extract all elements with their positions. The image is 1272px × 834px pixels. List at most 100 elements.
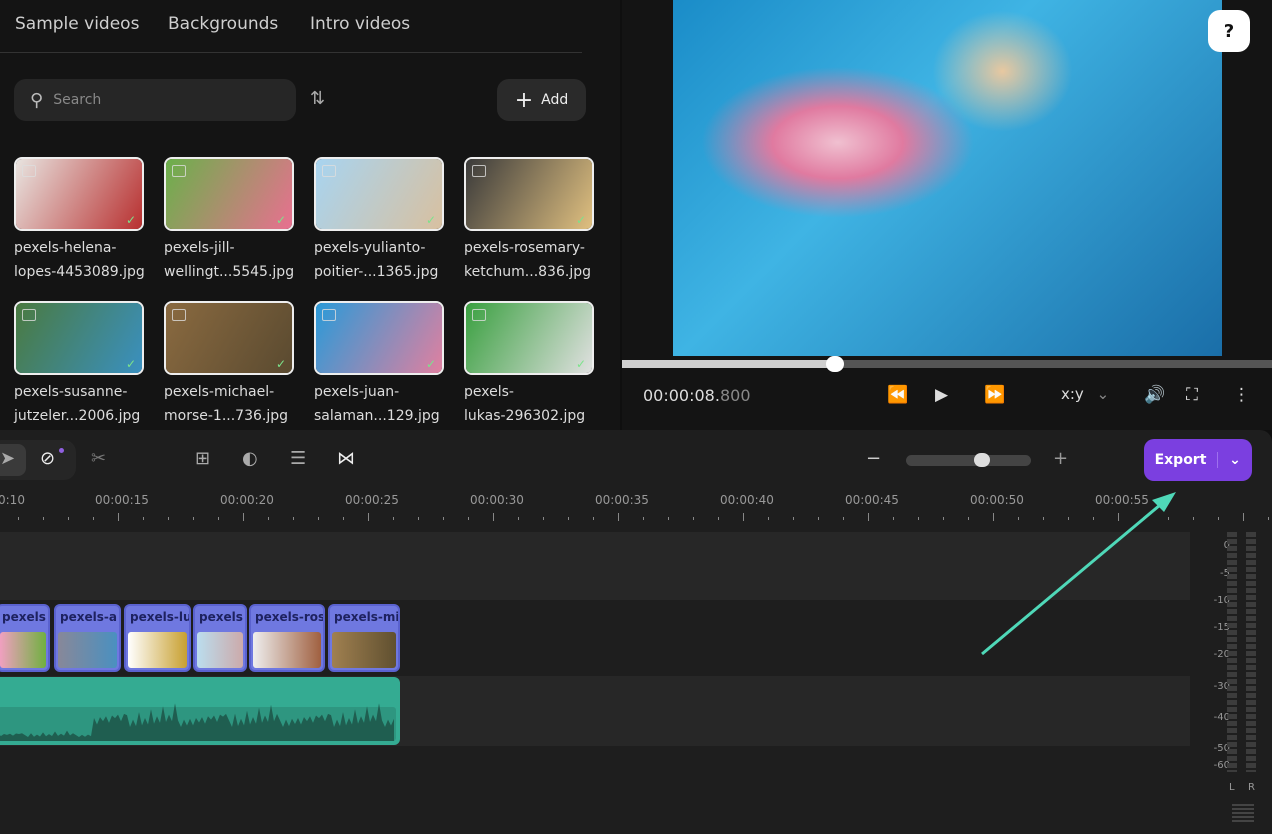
video-clip[interactable]: pexels-ros (249, 604, 325, 672)
magnet-icon[interactable]: ⊘ (40, 448, 55, 469)
more-options-icon[interactable]: ⋮ (1233, 385, 1250, 405)
ruler-tick (643, 517, 644, 520)
video-clip[interactable]: pexels (0, 604, 50, 672)
media-thumbnail[interactable]: ✓ (14, 157, 144, 231)
empty-track[interactable] (0, 532, 1190, 600)
clip-thumbnail (128, 632, 187, 668)
chevron-down-icon[interactable]: ⌄ (1218, 452, 1252, 468)
ruler-tick (1118, 513, 1119, 521)
search-input[interactable]: ⚲ Search (14, 79, 296, 121)
media-filename: pexels-lukas-296302.jpg (464, 384, 586, 424)
color-adjust-icon[interactable]: ◐ (242, 448, 258, 469)
seek-handle[interactable] (826, 356, 844, 372)
media-thumbnail[interactable]: ✓ (164, 157, 294, 231)
clip-label: pexels-a (60, 610, 117, 624)
zoom-slider[interactable] (906, 455, 1031, 466)
channel-label: L (1229, 782, 1235, 793)
ruler-label: 00:00:35 (595, 493, 649, 507)
volume-icon[interactable]: 🔊 (1144, 385, 1165, 405)
meter-bar (1246, 532, 1256, 772)
ruler-tick (68, 517, 69, 520)
tab-backgrounds[interactable]: Backgrounds (168, 14, 278, 34)
audio-meter: 0-5-10-15-20-30-40-50-60LR (1190, 520, 1272, 834)
ruler-tick (843, 517, 844, 520)
media-thumbnail[interactable]: ✓ (14, 301, 144, 375)
check-icon: ✓ (125, 357, 136, 371)
check-icon: ✓ (275, 357, 286, 371)
image-icon (22, 165, 36, 177)
media-filename: pexels-juan-salaman...129.jpg (314, 384, 440, 424)
ruler-tick (118, 513, 119, 521)
aspect-ratio-dropdown[interactable]: x:y ⌄ (1061, 385, 1109, 403)
video-clip[interactable]: pexels-lu (124, 604, 191, 672)
ruler-tick (318, 517, 319, 520)
media-thumbnail[interactable]: ✓ (314, 157, 444, 231)
plus-icon: + (514, 87, 534, 113)
search-icon: ⚲ (30, 89, 44, 111)
add-button[interactable]: + Add (497, 79, 586, 121)
ruler-tick (368, 513, 369, 521)
export-button[interactable]: Export ⌄ (1144, 439, 1252, 481)
media-thumbnail[interactable]: ✓ (314, 301, 444, 375)
ruler-tick (443, 517, 444, 520)
image-icon (322, 165, 336, 177)
ruler-tick (793, 517, 794, 520)
ruler-tick (218, 517, 219, 520)
media-filename: pexels-jill-wellingt...5545.jpg (164, 240, 295, 280)
video-preview (673, 0, 1222, 356)
tab-sample-videos[interactable]: Sample videos (15, 14, 139, 34)
ruler-tick (393, 517, 394, 520)
notification-dot (59, 448, 64, 453)
video-clip[interactable]: pexels-mi (328, 604, 400, 672)
tab-divider (0, 52, 582, 53)
media-thumbnail[interactable]: ✓ (164, 301, 294, 375)
ruler-label: 0:10 (0, 493, 25, 507)
clip-thumbnail (253, 632, 321, 668)
ruler-tick (93, 517, 94, 520)
ruler-tick (18, 517, 19, 520)
ruler-tick (868, 513, 869, 521)
clip-label: pexels (2, 610, 46, 624)
tab-intro-videos[interactable]: Intro videos (310, 14, 410, 34)
image-icon (172, 309, 186, 321)
zoom-in-icon[interactable]: + (1053, 448, 1068, 469)
image-icon (22, 309, 36, 321)
meter-settings-icon[interactable] (1232, 804, 1254, 824)
crop-icon[interactable]: ⊞ (195, 448, 210, 469)
audio-waveform (0, 703, 396, 741)
media-thumbnail[interactable]: ✓ (464, 301, 594, 375)
ruler-tick (518, 517, 519, 520)
ruler-tick (418, 517, 419, 520)
transition-icon[interactable]: ⋈ (337, 448, 355, 469)
ruler-tick (943, 517, 944, 520)
audio-clip[interactable] (0, 677, 400, 745)
scissors-icon[interactable]: ✂ (91, 448, 106, 469)
help-icon[interactable]: ? (1208, 10, 1250, 52)
clip-label: pexels-lu (130, 610, 189, 624)
video-clip[interactable]: pexels-a (54, 604, 121, 672)
zoom-slider-handle[interactable] (974, 453, 990, 467)
ruler-tick (1168, 517, 1169, 520)
ruler-tick (543, 517, 544, 520)
fullscreen-icon[interactable]: ⛶ (1186, 385, 1198, 405)
image-icon (472, 165, 486, 177)
filters-icon[interactable]: ☰ (290, 448, 306, 469)
ruler-tick (493, 513, 494, 521)
rewind-icon[interactable]: ⏪ (887, 385, 908, 405)
meter-bar (1227, 532, 1237, 772)
export-label: Export (1144, 452, 1218, 468)
fast-forward-icon[interactable]: ⏩ (984, 385, 1005, 405)
play-icon[interactable]: ▶ (935, 385, 948, 405)
sort-icon[interactable]: ⇅ (310, 88, 325, 109)
ruler-tick (693, 517, 694, 520)
media-filename: pexels-helena-lopes-4453089.jpg (14, 240, 145, 280)
channel-label: R (1248, 782, 1255, 793)
add-label: Add (541, 92, 569, 108)
zoom-out-icon[interactable]: − (866, 448, 881, 469)
check-icon: ✓ (425, 357, 436, 371)
ruler-tick (718, 517, 719, 520)
video-clip[interactable]: pexels (193, 604, 247, 672)
media-thumbnail[interactable]: ✓ (464, 157, 594, 231)
ruler-tick (993, 513, 994, 521)
ruler-tick (343, 517, 344, 520)
